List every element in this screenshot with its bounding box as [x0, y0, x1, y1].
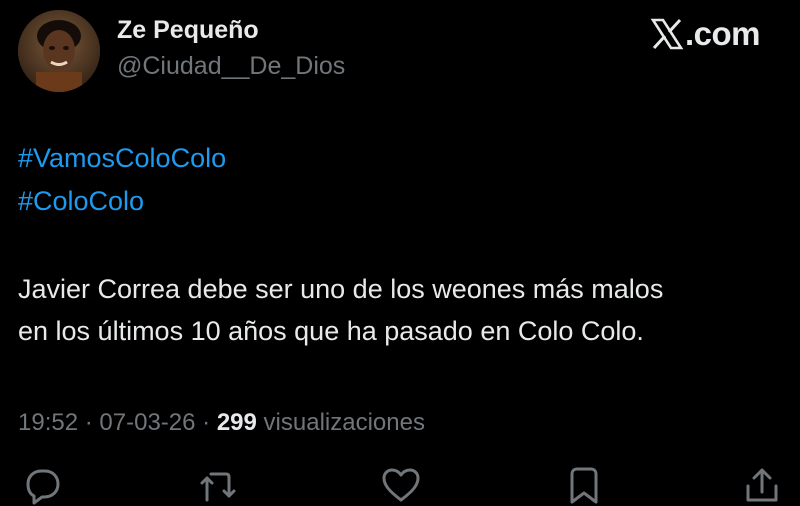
avatar-image	[18, 10, 100, 92]
post-date[interactable]: 07-03-26	[99, 409, 195, 436]
author-display-name[interactable]: Ze Pequeño	[117, 16, 259, 45]
meta-separator: ·	[84, 409, 100, 436]
x-logo-icon	[650, 18, 684, 50]
brand-watermark: .com	[650, 14, 761, 54]
bookmark-button[interactable]	[564, 466, 604, 506]
views-label: visualizaciones	[263, 409, 425, 436]
share-button[interactable]	[742, 466, 782, 506]
repost-button[interactable]	[198, 466, 238, 506]
hashtag-link[interactable]: #VamosColoColo	[18, 143, 226, 174]
heart-icon	[382, 468, 420, 502]
post-text-line: Javier Correa debe ser uno de los weones…	[18, 274, 664, 304]
hashtag-link[interactable]: #ColoColo	[18, 186, 144, 217]
post-time[interactable]: 19:52	[18, 409, 78, 436]
action-bar	[0, 466, 800, 505]
bookmark-icon	[570, 467, 598, 504]
post-meta: 19:52 · 07-03-26 · 299 visualizaciones	[18, 409, 425, 437]
like-button[interactable]	[381, 466, 421, 506]
meta-separator: ·	[202, 409, 217, 436]
reply-button[interactable]	[22, 466, 62, 506]
views-count: 299	[216, 409, 257, 436]
author-handle[interactable]: @Ciudad__De_Dios	[117, 52, 345, 81]
avatar[interactable]	[18, 10, 100, 92]
repost-icon	[200, 472, 236, 502]
brand-text: .com	[684, 15, 761, 52]
post-text-line: en los últimos 10 años que ha pasado en …	[18, 316, 644, 346]
post-card: Ze Pequeño @Ciudad__De_Dios .com #VamosC…	[0, 0, 800, 505]
reply-icon	[26, 469, 60, 505]
share-icon	[746, 468, 778, 502]
